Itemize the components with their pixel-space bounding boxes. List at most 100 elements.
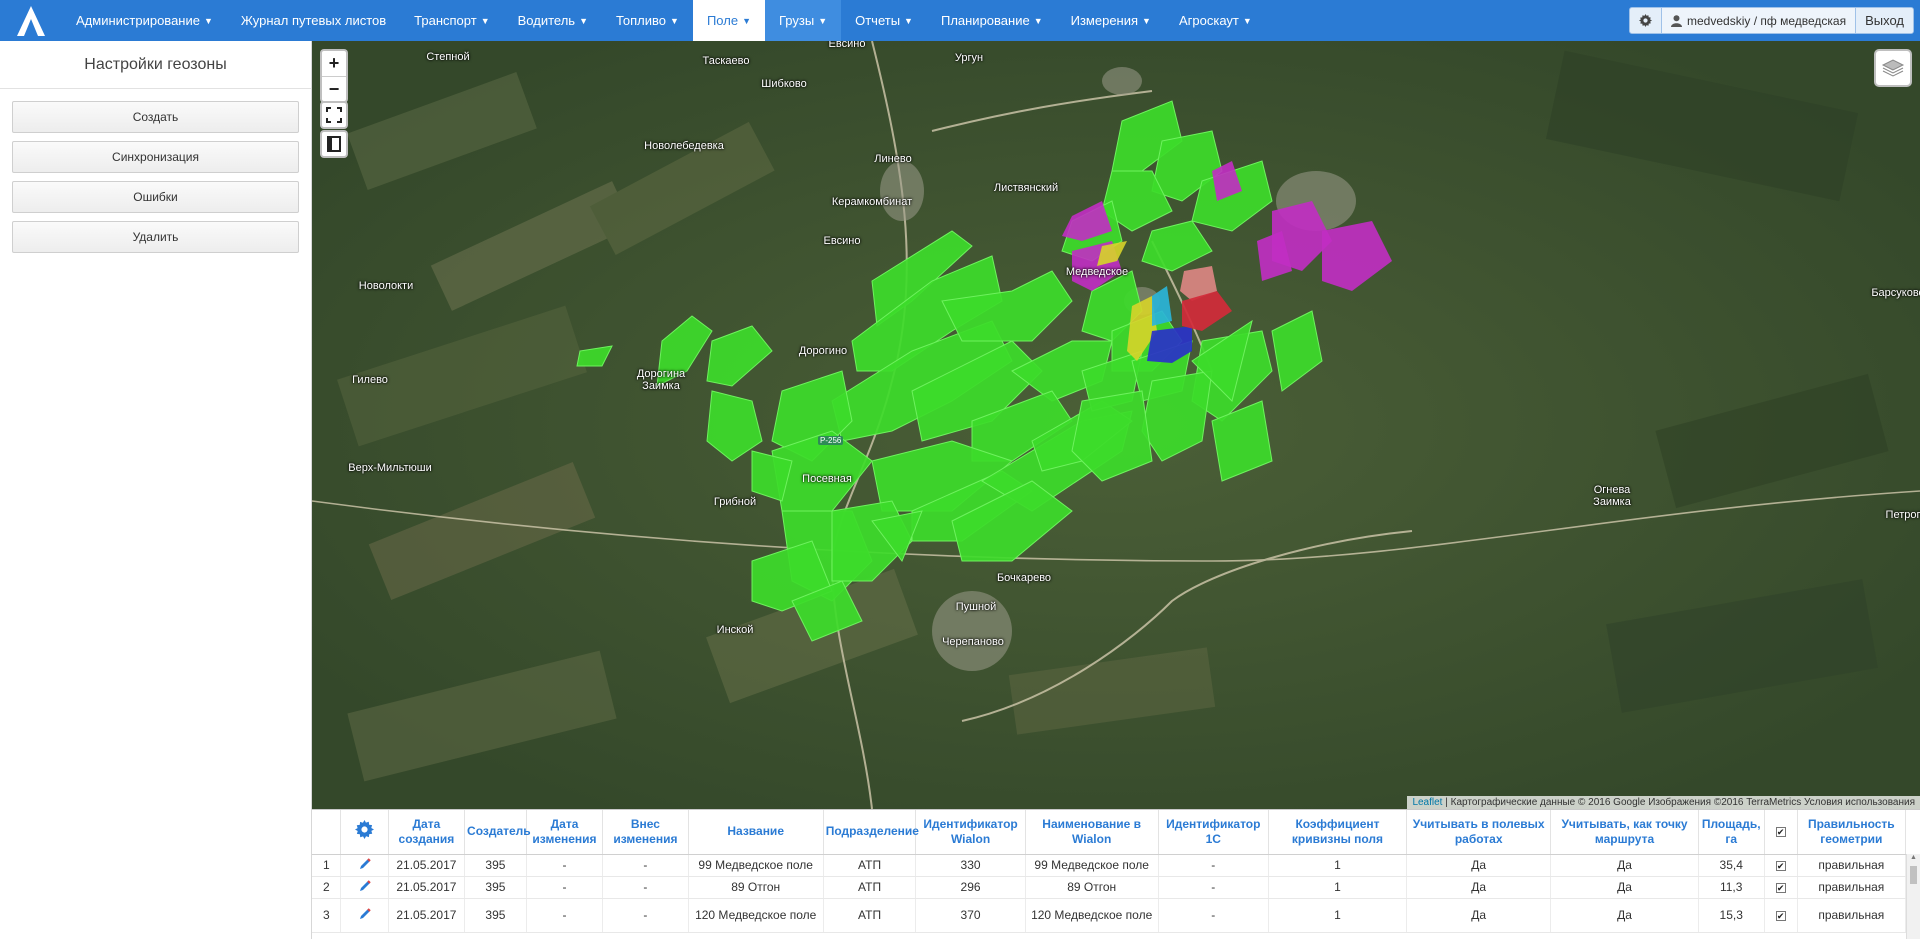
cell-area: 11,3	[1698, 876, 1765, 899]
cell-creator: 395	[464, 898, 527, 933]
cell-curvature: 1	[1268, 876, 1408, 899]
cell-area: 15,3	[1698, 898, 1765, 933]
zoom-in-button[interactable]: +	[322, 51, 346, 76]
draw-tool-button[interactable]	[320, 130, 348, 158]
menu-label: Отчеты	[855, 13, 901, 28]
row-checkbox[interactable]: ✔	[1775, 861, 1786, 871]
create-button[interactable]: Создать	[12, 101, 299, 133]
menu-label: Поле	[706, 13, 739, 28]
cell-select[interactable]: ✔	[1764, 876, 1798, 899]
menu-measurements[interactable]: Измерения ▼	[1057, 0, 1165, 41]
menu-cargo[interactable]: Грузы ▼	[764, 0, 842, 41]
place-label: Новолебедевка	[644, 140, 724, 152]
cell-name: 89 Отгон	[688, 876, 824, 899]
logout-button[interactable]: Выход	[1856, 8, 1913, 33]
menu-driver[interactable]: Водитель ▼	[504, 0, 602, 41]
menu-label: Администрирование	[76, 13, 200, 28]
menu-transport[interactable]: Транспорт ▼	[400, 0, 503, 41]
menu-agroscout[interactable]: Агроскаут ▼	[1165, 0, 1266, 41]
place-label: Барсуково	[1871, 287, 1920, 299]
place-label: Таскаево	[702, 55, 750, 67]
column-header-created[interactable]: Дата создания	[388, 810, 466, 855]
cell-creator: 395	[464, 854, 527, 877]
place-label: Шибково	[761, 78, 807, 90]
cell-created: 21.05.2017	[388, 898, 466, 933]
leaflet-link[interactable]: Leaflet	[1412, 797, 1442, 808]
menu-waybills-journal[interactable]: Журнал путевых листов	[227, 0, 400, 41]
place-label: Керамкомбинат	[831, 196, 913, 208]
column-header-changed-by[interactable]: Внес изменения	[602, 810, 689, 855]
cell-created: 21.05.2017	[388, 854, 466, 877]
column-settings-header[interactable]	[340, 810, 389, 855]
column-header-wialon-id[interactable]: Идентификатор Wialon	[915, 810, 1026, 855]
column-header-curvature[interactable]: Коэффициент кривизны поля	[1268, 810, 1408, 855]
column-header-1c-id[interactable]: Идентификатор 1С	[1158, 810, 1269, 855]
cell-wialon-id: 296	[915, 876, 1026, 899]
table-row[interactable]: 2 21.05.2017 395 - - 89 Отгон АТП 296 89…	[312, 876, 1907, 899]
place-label: Листвянский	[993, 182, 1059, 194]
column-header-select-all[interactable]: ✔	[1764, 810, 1798, 855]
column-header-unit[interactable]: Подразделение	[823, 810, 919, 855]
table-row[interactable]: 1 21.05.2017 395 - - 99 Медведское поле …	[312, 854, 1907, 877]
row-checkbox[interactable]: ✔	[1775, 883, 1786, 893]
column-header-geometry[interactable]: Правильность геометрии	[1797, 810, 1907, 855]
menu-planning[interactable]: Планирование ▼	[927, 0, 1057, 41]
cell-1c-id: -	[1158, 854, 1269, 877]
layers-icon	[1881, 59, 1905, 77]
column-header-area[interactable]: Площадь, га	[1698, 810, 1765, 855]
zoom-control: + −	[320, 49, 348, 103]
place-label: Верх-Мильтюши	[348, 462, 432, 474]
menu-label: Грузы	[778, 13, 815, 28]
scroll-up-icon[interactable]: ▲	[1907, 854, 1920, 864]
fullscreen-button[interactable]	[320, 101, 348, 129]
column-header-creator[interactable]: Создатель	[464, 810, 531, 855]
place-label: Пушной	[955, 601, 997, 613]
cell-select[interactable]: ✔	[1764, 854, 1798, 877]
menu-label: Журнал путевых листов	[240, 13, 387, 28]
edit-button[interactable]	[340, 898, 389, 933]
table-row[interactable]: 3 21.05.2017 395 - - 120 Медведское поле…	[312, 898, 1907, 933]
edit-button[interactable]	[340, 854, 389, 877]
cell-wialon-name: 99 Медведское поле	[1025, 854, 1159, 877]
table-scrollbar[interactable]: ▲	[1906, 854, 1920, 939]
row-checkbox[interactable]: ✔	[1775, 911, 1786, 921]
layers-button[interactable]	[1874, 49, 1912, 87]
menu-label: Агроскаут	[1178, 13, 1239, 28]
settings-button[interactable]	[1630, 8, 1663, 33]
place-label: Огнева Заимка	[1593, 484, 1631, 508]
caret-down-icon: ▼	[480, 15, 490, 26]
select-all-checkbox[interactable]: ✔	[1775, 827, 1786, 838]
satellite-map[interactable]: Евсино Степной Таскаево Ургун Шибково Но…	[312, 41, 1920, 809]
scroll-thumb[interactable]	[1910, 866, 1917, 884]
caret-down-icon: ▼	[1242, 15, 1252, 26]
column-header-name[interactable]: Название	[688, 810, 824, 855]
edit-button[interactable]	[340, 876, 389, 899]
cell-route-point: Да	[1550, 898, 1699, 933]
column-header-field-work[interactable]: Учитывать в полевых работах	[1406, 810, 1552, 855]
column-header-route-point[interactable]: Учитывать, как точку маршрута	[1550, 810, 1699, 855]
app-logo[interactable]	[0, 0, 62, 41]
cell-select[interactable]: ✔	[1764, 898, 1798, 933]
place-label: Новолокти	[358, 280, 414, 292]
cell-unit: АТП	[823, 898, 917, 933]
caret-down-icon: ▼	[818, 15, 828, 26]
menu-field[interactable]: Поле ▼	[692, 0, 765, 41]
cell-curvature: 1	[1268, 854, 1408, 877]
column-header-changed[interactable]: Дата изменения	[526, 810, 604, 855]
map-imagery	[312, 41, 1920, 809]
place-label: Медведское	[1065, 266, 1129, 278]
cell-changed-by: -	[602, 854, 689, 877]
cell-area: 35,4	[1698, 854, 1765, 877]
errors-button[interactable]: Ошибки	[12, 181, 299, 213]
delete-button[interactable]: Удалить	[12, 221, 299, 253]
menu-label: Транспорт	[414, 13, 477, 28]
column-header-wialon-name[interactable]: Наименование в Wialon	[1025, 810, 1159, 855]
menu-fuel[interactable]: Топливо ▼	[602, 0, 693, 41]
place-label: Бочкарево	[996, 572, 1052, 584]
caret-down-icon: ▼	[579, 15, 588, 26]
menu-administration[interactable]: Администрирование ▼	[62, 0, 227, 41]
sync-button[interactable]: Синхронизация	[12, 141, 299, 173]
user-menu-button[interactable]: medvedskiy / пф медведская	[1662, 8, 1857, 33]
zoom-out-button[interactable]: −	[322, 76, 346, 101]
menu-reports[interactable]: Отчеты ▼	[841, 0, 927, 41]
